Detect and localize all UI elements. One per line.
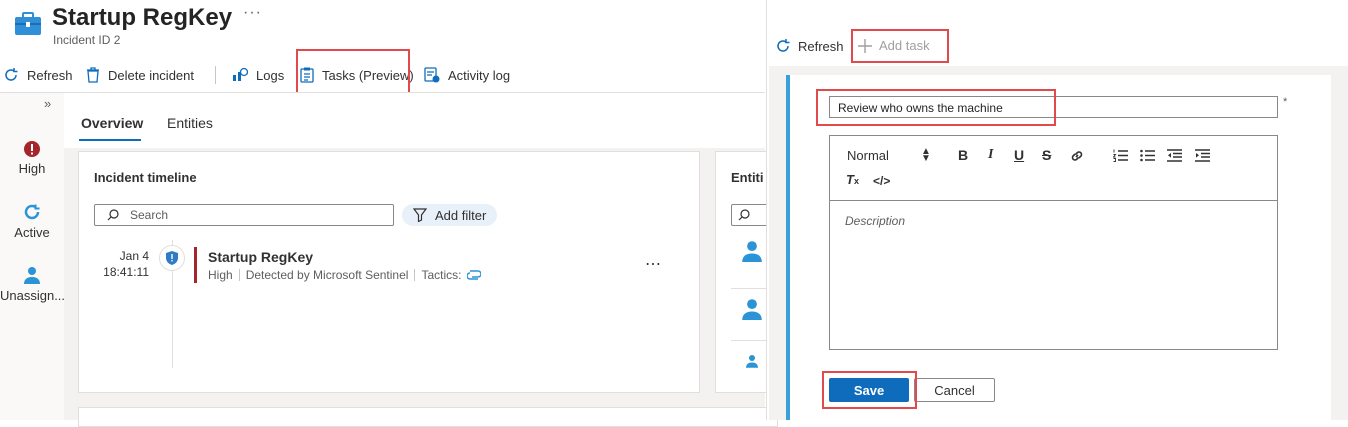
more-options-button[interactable]: ··· xyxy=(243,4,262,22)
meta-divider xyxy=(238,269,240,281)
lower-card xyxy=(78,407,778,427)
toolbar-divider xyxy=(215,66,216,84)
state-label: Active xyxy=(14,225,50,240)
collapse-chevron-icon[interactable]: » xyxy=(44,96,51,111)
shield-icon xyxy=(166,251,178,265)
timeline-node xyxy=(160,246,184,270)
trash-icon xyxy=(87,67,99,83)
refresh-icon xyxy=(777,39,790,52)
filter-icon xyxy=(413,208,427,222)
task-title-highlight xyxy=(816,89,1056,126)
severity-label: High xyxy=(18,161,46,176)
active-tab-indicator xyxy=(79,139,141,141)
save-highlight xyxy=(822,371,917,409)
entities-title: Entiti xyxy=(731,170,764,185)
link-icon[interactable] xyxy=(1069,148,1085,169)
required-marker: * xyxy=(1283,96,1288,108)
numbered-list-icon[interactable] xyxy=(1112,149,1128,167)
description-placeholder: Description xyxy=(845,214,906,228)
tab-entities[interactable]: Entities xyxy=(167,115,213,131)
delete-incident-button[interactable]: Delete incident xyxy=(86,62,194,88)
alert-title[interactable]: Startup RegKey xyxy=(208,249,313,265)
strikethrough-icon[interactable]: S xyxy=(1042,147,1051,163)
add-task-highlight xyxy=(851,29,949,63)
owner-status: Unassign... xyxy=(0,266,66,303)
code-icon[interactable]: </> xyxy=(873,174,890,188)
severity-status: High xyxy=(0,141,64,176)
underline-icon[interactable]: U xyxy=(1014,147,1024,163)
panel-refresh-label: Refresh xyxy=(798,38,844,54)
entities-search-input[interactable] xyxy=(731,204,771,226)
editor-divider xyxy=(830,200,1277,201)
owner-label: Unassign... xyxy=(0,288,66,303)
delete-incident-label: Delete incident xyxy=(108,67,194,83)
alert-tactics-label: Tactics: xyxy=(421,268,462,282)
entity-divider xyxy=(731,288,771,289)
state-status: Active xyxy=(0,203,64,240)
outdent-icon[interactable] xyxy=(1167,149,1182,167)
timeline-search-input[interactable]: Search xyxy=(94,204,394,226)
timeline-time: 18:41:11 xyxy=(103,265,149,279)
format-select[interactable]: Normal xyxy=(847,148,889,163)
incident-id: Incident ID 2 xyxy=(53,33,121,47)
logs-icon xyxy=(233,67,248,81)
description-editor[interactable] xyxy=(829,135,1278,350)
tactics-icon xyxy=(467,270,482,280)
page-title: Startup RegKey xyxy=(52,4,233,31)
active-state-icon xyxy=(24,204,40,220)
alert-meta: High Detected by Microsoft Sentinel Tact… xyxy=(208,268,482,282)
refresh-icon xyxy=(5,68,18,81)
cancel-button[interactable]: Cancel xyxy=(914,378,995,402)
alert-more-button[interactable]: ⋯ xyxy=(645,254,661,274)
clear-format-icon[interactable]: Tx xyxy=(846,172,859,187)
entity-user-icon xyxy=(746,354,758,373)
refresh-button[interactable]: Refresh xyxy=(3,62,73,88)
search-placeholder: Search xyxy=(130,208,169,222)
timeline-date: Jan 4 xyxy=(119,249,149,263)
refresh-label: Refresh xyxy=(27,67,73,83)
italic-icon[interactable]: I xyxy=(988,147,993,163)
activity-log-label: Activity log xyxy=(448,67,511,83)
logs-label: Logs xyxy=(256,67,285,83)
alert-detected-by: Detected by Microsoft Sentinel xyxy=(245,268,409,282)
search-icon xyxy=(107,209,119,221)
incident-icon xyxy=(14,12,42,41)
severity-bar xyxy=(194,247,197,283)
user-icon xyxy=(24,267,40,284)
activity-log-button[interactable]: Activity log xyxy=(424,62,510,88)
entity-user-icon xyxy=(742,240,762,267)
meta-divider xyxy=(414,269,416,281)
timeline-title: Incident timeline xyxy=(94,170,197,185)
severity-high-icon xyxy=(24,141,40,157)
bullet-list-icon[interactable] xyxy=(1140,149,1155,167)
alert-severity: High xyxy=(208,268,233,282)
panel-refresh-button[interactable]: Refresh xyxy=(775,38,844,54)
search-icon xyxy=(738,209,750,221)
activity-log-icon xyxy=(424,67,440,83)
add-filter-button[interactable]: Add filter xyxy=(402,204,498,226)
add-filter-label: Add filter xyxy=(435,207,487,223)
indent-icon[interactable] xyxy=(1195,149,1210,167)
format-select-arrows-icon[interactable]: ▲ ▼ xyxy=(921,147,931,164)
tab-overview[interactable]: Overview xyxy=(81,115,143,131)
bold-icon[interactable]: B xyxy=(958,147,968,163)
logs-button[interactable]: Logs xyxy=(232,62,284,88)
entity-divider xyxy=(731,340,771,341)
entity-user-icon xyxy=(742,298,762,325)
